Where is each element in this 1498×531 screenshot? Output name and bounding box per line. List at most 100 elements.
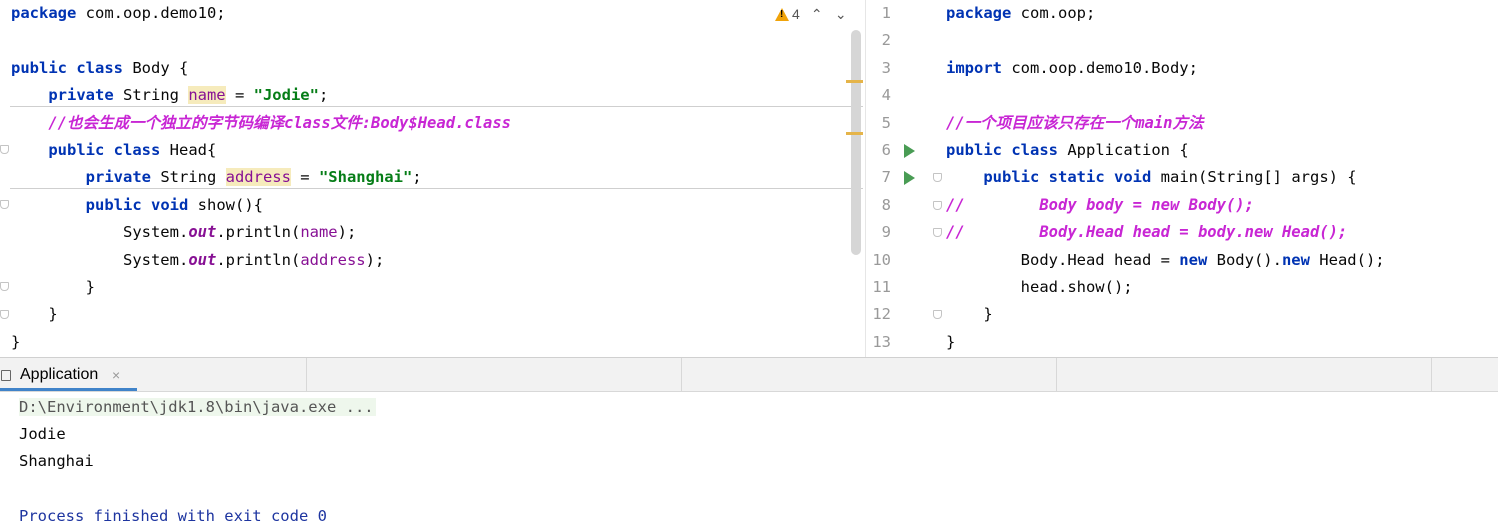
code-token: ); bbox=[365, 250, 385, 269]
code-line[interactable]: Body.Head head = new Body().new Head(); bbox=[866, 247, 1498, 274]
vertical-scrollbar[interactable] bbox=[851, 30, 861, 255]
run-config-icon bbox=[1, 370, 11, 381]
code-line[interactable]: //一个项目应该只存在一个main方法 bbox=[866, 110, 1498, 137]
code-line[interactable] bbox=[866, 82, 1498, 109]
line-number: 9 bbox=[881, 223, 891, 242]
code-token: String bbox=[150, 168, 226, 187]
code-token: } bbox=[11, 305, 58, 324]
console-exit-message: Process finished with exit code 0 bbox=[19, 507, 327, 525]
code-token: com.oop; bbox=[1011, 4, 1096, 22]
code-token: main(String[] args) { bbox=[1151, 168, 1357, 187]
code-line[interactable]: head.show(); bbox=[866, 274, 1498, 301]
code-token: Application { bbox=[1058, 141, 1189, 159]
right-editor-pane[interactable]: package com.oop; import com.oop.demo10.Bo… bbox=[865, 0, 1498, 357]
code-line[interactable]: public static void main(String[] args) { bbox=[866, 164, 1498, 191]
code-token: com.oop.demo10; bbox=[76, 4, 226, 22]
code-token: = bbox=[290, 168, 319, 187]
code-token: "Shanghai" bbox=[318, 168, 413, 187]
line-number: 2 bbox=[881, 31, 891, 50]
left-editor-pane[interactable]: package com.oop.demo10; public class Body… bbox=[0, 0, 865, 357]
line-number: 1 bbox=[881, 4, 891, 22]
inspection-widget[interactable]: 4 ⌃ ⌄ bbox=[775, 4, 848, 24]
code-line[interactable]: import com.oop.demo10.Body; bbox=[866, 55, 1498, 82]
code-token: ; bbox=[318, 86, 329, 105]
code-text: public static void main(String[] args) { bbox=[946, 164, 1357, 191]
code-token: main bbox=[1135, 113, 1173, 132]
code-line[interactable]: // Body body = new Body(); bbox=[866, 192, 1498, 219]
code-line[interactable]: } bbox=[866, 329, 1498, 356]
code-token: 文件 bbox=[330, 113, 362, 132]
line-number: 4 bbox=[881, 86, 891, 105]
code-token: :Body$Head.class bbox=[361, 113, 512, 132]
code-line[interactable]: public void show(){ bbox=[0, 192, 865, 219]
line-number: 7 bbox=[881, 168, 891, 187]
code-token: package bbox=[11, 4, 77, 22]
code-line[interactable] bbox=[866, 27, 1498, 54]
code-line[interactable] bbox=[0, 27, 865, 54]
code-token: // Body.Head head = body.new Head(); bbox=[946, 223, 1348, 242]
code-token: ); bbox=[337, 223, 357, 242]
fold-marker-icon[interactable] bbox=[933, 200, 942, 210]
code-token: 方法 bbox=[1172, 113, 1204, 132]
fold-marker-icon[interactable] bbox=[0, 310, 9, 319]
code-line[interactable]: public class Head{ bbox=[0, 137, 865, 164]
code-line[interactable]: } bbox=[0, 274, 865, 301]
code-line[interactable]: } bbox=[0, 329, 865, 356]
code-token: class bbox=[284, 113, 331, 132]
fold-marker-icon[interactable] bbox=[0, 145, 9, 154]
code-token: out bbox=[188, 223, 217, 242]
run-gutter-icon[interactable] bbox=[904, 144, 915, 158]
code-line[interactable]: //也会生成一个独立的字节码编译class文件:Body$Head.class bbox=[0, 110, 865, 137]
code-line[interactable]: // Body.Head head = body.new Head(); bbox=[866, 219, 1498, 246]
code-line[interactable]: System.out.println(address); bbox=[0, 247, 865, 274]
code-text: head.show(); bbox=[946, 274, 1133, 301]
tab-divider bbox=[306, 358, 307, 391]
code-text: public class Body { bbox=[11, 55, 188, 82]
code-token: class bbox=[113, 141, 161, 159]
code-token: private bbox=[48, 86, 114, 105]
code-line[interactable]: } bbox=[0, 301, 865, 328]
code-token: Body.Head head = bbox=[946, 250, 1180, 269]
code-line[interactable]: System.out.println(name); bbox=[0, 219, 865, 246]
tab-divider bbox=[1431, 358, 1432, 391]
code-token: Head{ bbox=[160, 141, 217, 159]
code-text: public void show(){ bbox=[11, 192, 263, 219]
code-token: 一个项目应该只存在一个 bbox=[964, 113, 1136, 132]
next-highlight-icon[interactable]: ⌄ bbox=[834, 6, 848, 23]
warning-stripe-mark[interactable] bbox=[846, 132, 863, 135]
code-token: // bbox=[946, 113, 965, 132]
code-token: com.oop.demo10.Body; bbox=[1002, 58, 1198, 77]
code-token: .println( bbox=[216, 223, 301, 242]
code-token: class bbox=[1011, 141, 1059, 159]
warning-stripe-mark[interactable] bbox=[846, 80, 863, 83]
code-line[interactable]: package com.oop; bbox=[866, 0, 1498, 27]
tab-divider bbox=[681, 358, 682, 391]
line-number: 10 bbox=[872, 250, 891, 269]
code-token: void bbox=[151, 195, 189, 214]
code-text: } bbox=[11, 301, 58, 328]
code-token: ; bbox=[412, 168, 422, 187]
console-output-line: Shanghai bbox=[19, 452, 94, 470]
tab-application[interactable]: Application × bbox=[0, 358, 137, 391]
run-gutter-icon[interactable] bbox=[904, 171, 915, 186]
previous-highlight-icon[interactable]: ⌃ bbox=[810, 6, 824, 23]
code-line[interactable]: package com.oop.demo10; bbox=[0, 0, 865, 27]
fold-marker-icon[interactable] bbox=[0, 282, 9, 291]
code-token: Body(). bbox=[1207, 250, 1282, 269]
code-line[interactable]: } bbox=[866, 301, 1498, 328]
code-text: public class Application { bbox=[946, 137, 1189, 164]
code-line[interactable]: public class Body { bbox=[0, 55, 865, 82]
method-separator bbox=[10, 188, 863, 189]
code-token: void bbox=[1114, 168, 1152, 187]
fold-marker-icon[interactable] bbox=[0, 200, 9, 209]
code-line[interactable]: public class Application { bbox=[866, 137, 1498, 164]
code-text: package com.oop; bbox=[946, 0, 1095, 27]
code-text: package com.oop.demo10; bbox=[11, 0, 226, 27]
close-icon[interactable]: × bbox=[112, 358, 120, 392]
console-command-line[interactable]: D:\Environment\jdk1.8\bin\java.exe ... bbox=[19, 398, 376, 416]
code-text: public class Head{ bbox=[11, 137, 216, 164]
method-separator bbox=[10, 106, 863, 107]
fold-marker-icon[interactable] bbox=[933, 228, 942, 238]
